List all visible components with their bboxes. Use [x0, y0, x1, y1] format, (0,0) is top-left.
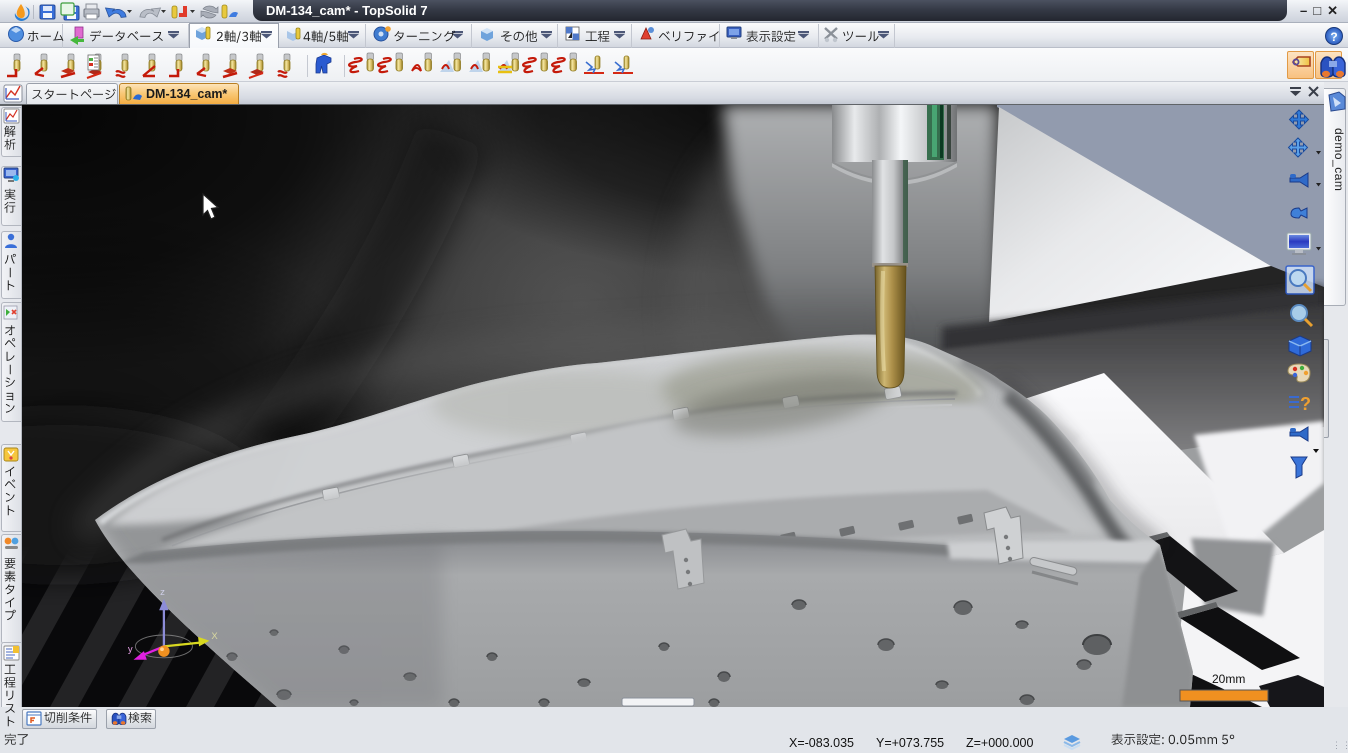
svg-text:y: y [128, 644, 133, 655]
svg-text:z: z [160, 587, 165, 598]
svg-text:20mm: 20mm [1212, 672, 1245, 686]
svg-text:X: X [211, 631, 218, 642]
